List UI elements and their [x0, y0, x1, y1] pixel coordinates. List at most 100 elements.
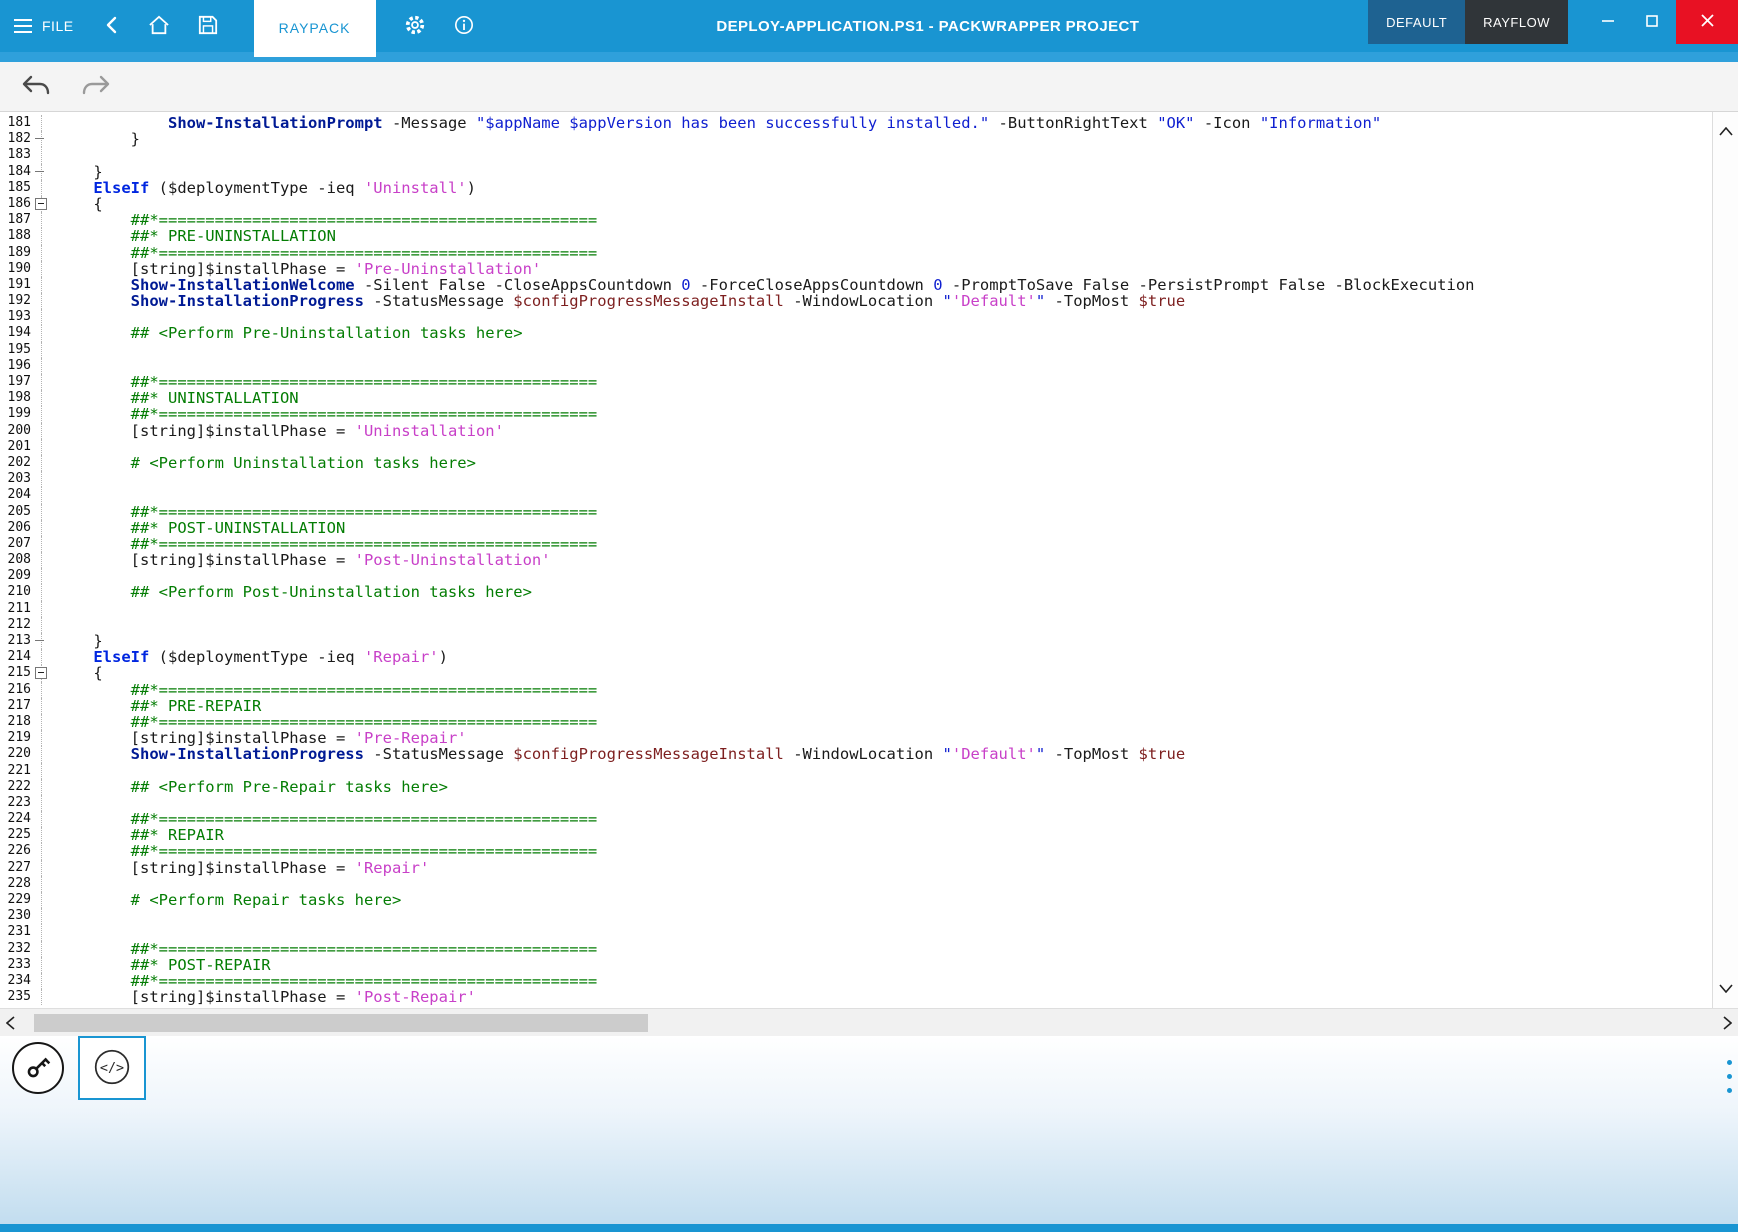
code-line[interactable]: 228 — [0, 876, 1712, 892]
code-line[interactable]: 202 # <Perform Uninstallation tasks here… — [0, 455, 1712, 471]
code-line[interactable]: 195 — [0, 342, 1712, 358]
code-line[interactable]: 190 [string]$installPhase = 'Pre-Uninsta… — [0, 261, 1712, 277]
code-line[interactable]: 185 ElseIf ($deploymentType -ieq 'Uninst… — [0, 180, 1712, 196]
line-number: 219 — [0, 730, 34, 746]
overflow-dots-handle[interactable] — [1727, 1060, 1732, 1093]
code-line[interactable]: 233 ##* POST-REPAIR — [0, 957, 1712, 973]
code-line[interactable]: 217 ##* PRE-REPAIR — [0, 698, 1712, 714]
tab-raypack[interactable]: RAYPACK — [254, 0, 376, 57]
code-view-button[interactable]: </> — [78, 1036, 146, 1100]
settings-button[interactable] — [390, 0, 440, 52]
code-line[interactable]: 235 [string]$installPhase = 'Post-Repair… — [0, 989, 1712, 1005]
code-line[interactable]: 221 — [0, 763, 1712, 779]
code-line[interactable]: 232 ##*=================================… — [0, 941, 1712, 957]
fold-toggle[interactable] — [34, 196, 56, 212]
maximize-button[interactable] — [1630, 0, 1674, 44]
code-line[interactable]: 213 } — [0, 633, 1712, 649]
code-line[interactable]: 214 ElseIf ($deploymentType -ieq 'Repair… — [0, 649, 1712, 665]
back-button[interactable] — [90, 0, 134, 52]
code-line[interactable]: 204 — [0, 487, 1712, 503]
code-line[interactable]: 192 Show-InstallationProgress -StatusMes… — [0, 293, 1712, 309]
code-line[interactable]: 183 — [0, 147, 1712, 163]
line-number: 209 — [0, 568, 34, 584]
close-button[interactable] — [1676, 0, 1738, 44]
home-button[interactable] — [134, 0, 184, 52]
code-line[interactable]: 203 — [0, 471, 1712, 487]
code-line[interactable]: 189 ##*=================================… — [0, 245, 1712, 261]
code-line[interactable]: 227 [string]$installPhase = 'Repair' — [0, 860, 1712, 876]
line-number: 233 — [0, 957, 34, 973]
code-line[interactable]: 216 ##*=================================… — [0, 682, 1712, 698]
code-line[interactable]: 229 # <Perform Repair tasks here> — [0, 892, 1712, 908]
fold-gutter — [34, 471, 56, 487]
default-button[interactable]: DEFAULT — [1368, 0, 1465, 44]
code-line[interactable]: 206 ##* POST-UNINSTALLATION — [0, 520, 1712, 536]
code-line[interactable]: 231 — [0, 924, 1712, 940]
code-line[interactable]: 198 ##* UNINSTALLATION — [0, 390, 1712, 406]
minimize-button[interactable] — [1586, 0, 1630, 44]
save-button[interactable] — [184, 0, 232, 52]
code-line[interactable]: 188 ##* PRE-UNINSTALLATION — [0, 228, 1712, 244]
fold-collapse-icon[interactable] — [35, 667, 47, 679]
info-button[interactable] — [440, 0, 488, 52]
code-line[interactable]: 223 — [0, 795, 1712, 811]
code-line[interactable]: 194 ## <Perform Pre-Uninstallation tasks… — [0, 325, 1712, 341]
scroll-left-button[interactable] — [4, 1014, 17, 1035]
code-line[interactable]: 182 } — [0, 131, 1712, 147]
code-text: ##* UNINSTALLATION — [56, 390, 1712, 406]
fold-gutter — [34, 358, 56, 374]
code-line[interactable]: 196 — [0, 358, 1712, 374]
code-line[interactable]: 186 { — [0, 196, 1712, 212]
code-line[interactable]: 215 { — [0, 665, 1712, 681]
code-line[interactable]: 181 Show-InstallationPrompt -Message "$a… — [0, 115, 1712, 131]
vertical-scrollbar[interactable] — [1712, 112, 1738, 1008]
code-line[interactable]: 207 ##*=================================… — [0, 536, 1712, 552]
code-line[interactable]: 226 ##*=================================… — [0, 843, 1712, 859]
code-line[interactable]: 225 ##* REPAIR — [0, 827, 1712, 843]
code-line[interactable]: 234 ##*=================================… — [0, 973, 1712, 989]
code-line[interactable]: 199 ##*=================================… — [0, 406, 1712, 422]
fold-gutter — [34, 164, 56, 180]
code-line[interactable]: 193 — [0, 309, 1712, 325]
horizontal-scrollbar[interactable] — [0, 1008, 1738, 1036]
code-line[interactable]: 191 Show-InstallationWelcome -Silent Fal… — [0, 277, 1712, 293]
code-line[interactable]: 211 — [0, 601, 1712, 617]
code-line[interactable]: 212 — [0, 617, 1712, 633]
code-line[interactable]: 208 [string]$installPhase = 'Post-Uninst… — [0, 552, 1712, 568]
code-line[interactable]: 184 } — [0, 164, 1712, 180]
code-line[interactable]: 210 ## <Perform Post-Uninstallation task… — [0, 584, 1712, 600]
file-menu-button[interactable]: FILE — [0, 0, 90, 52]
line-number: 182 — [0, 131, 34, 147]
code-line[interactable]: 224 ##*=================================… — [0, 811, 1712, 827]
undo-button[interactable] — [16, 68, 56, 105]
line-number: 201 — [0, 439, 34, 455]
fold-collapse-icon[interactable] — [35, 198, 47, 210]
line-number: 193 — [0, 309, 34, 325]
code-line[interactable]: 219 [string]$installPhase = 'Pre-Repair' — [0, 730, 1712, 746]
code-view-icon: </> — [89, 1044, 135, 1093]
code-line[interactable]: 197 ##*=================================… — [0, 374, 1712, 390]
scroll-right-button[interactable] — [1721, 1014, 1734, 1035]
code-line[interactable]: 218 ##*=================================… — [0, 714, 1712, 730]
scroll-down-button[interactable] — [1717, 979, 1735, 998]
key-tool-button[interactable] — [12, 1042, 64, 1094]
line-number: 185 — [0, 180, 34, 196]
code-line[interactable]: 201 — [0, 439, 1712, 455]
fold-gutter — [34, 406, 56, 422]
code-line[interactable]: 220 Show-InstallationProgress -StatusMes… — [0, 746, 1712, 762]
scroll-up-button[interactable] — [1717, 122, 1735, 141]
code-text — [56, 358, 1712, 374]
line-number: 223 — [0, 795, 34, 811]
code-line[interactable]: 187 ##*=================================… — [0, 212, 1712, 228]
redo-button[interactable] — [76, 68, 116, 105]
fold-toggle[interactable] — [34, 665, 56, 681]
code-line[interactable]: 205 ##*=================================… — [0, 504, 1712, 520]
rayflow-button[interactable]: RAYFLOW — [1465, 0, 1568, 44]
code-line[interactable]: 209 — [0, 568, 1712, 584]
code-lines-container: 181 Show-InstallationPrompt -Message "$a… — [0, 112, 1712, 1008]
code-line[interactable]: 200 [string]$installPhase = 'Uninstallat… — [0, 423, 1712, 439]
code-line[interactable]: 230 — [0, 908, 1712, 924]
code-line[interactable]: 222 ## <Perform Pre-Repair tasks here> — [0, 779, 1712, 795]
horizontal-scroll-thumb[interactable] — [34, 1014, 648, 1032]
code-text — [56, 342, 1712, 358]
